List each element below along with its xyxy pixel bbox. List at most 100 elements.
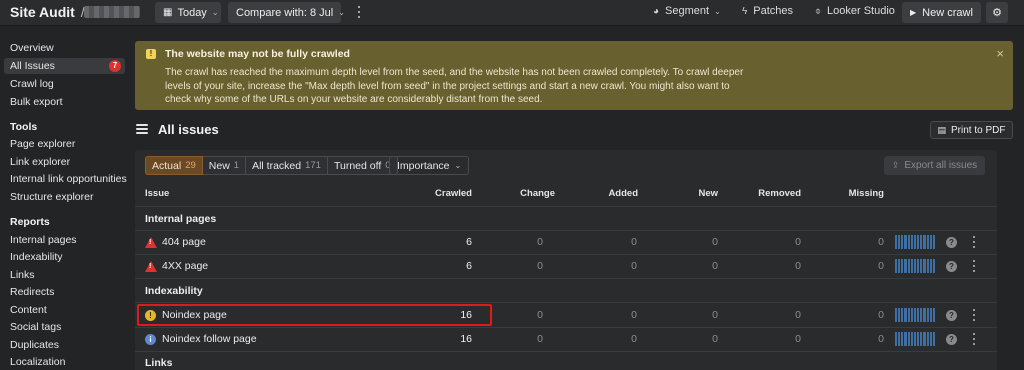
sidebar-item-overview[interactable]: Overview — [10, 42, 54, 54]
print-to-pdf-button[interactable]: ▤ Print to PDF — [930, 121, 1013, 139]
sidebar-item-localization[interactable]: Localization — [10, 356, 65, 368]
removed-value[interactable]: 0 — [761, 236, 801, 248]
tab-actual[interactable]: Actual 29 — [145, 156, 203, 175]
issue-name[interactable]: 404 page — [162, 236, 206, 248]
row-menu-icon[interactable] — [972, 333, 976, 345]
menu-icon[interactable] — [136, 124, 148, 134]
sidebar-item-social-tags[interactable]: Social tags — [10, 321, 61, 333]
column-header-crawled[interactable]: Crawled — [427, 188, 472, 199]
segment-dropdown[interactable]: ◕ Segment ⌄ — [653, 5, 721, 17]
column-header-new[interactable]: New — [673, 188, 718, 199]
added-value[interactable]: 0 — [597, 309, 637, 321]
issue-name[interactable]: Noindex page — [162, 309, 227, 321]
missing-value[interactable]: 0 — [844, 333, 884, 345]
new-value[interactable]: 0 — [678, 309, 718, 321]
issue-filter-tabs: Actual 29 New 1 All tracked 171 Turned o… — [145, 156, 398, 175]
looker-studio-link[interactable]: ⌽ Looker Studio — [815, 5, 895, 17]
removed-value[interactable]: 0 — [761, 333, 801, 345]
sidebar-item-redirects[interactable]: Redirects — [10, 286, 54, 298]
row-menu-icon[interactable] — [972, 236, 976, 248]
issues-count-badge: 7 — [109, 60, 121, 72]
new-value[interactable]: 0 — [678, 260, 718, 272]
crawled-value[interactable]: 6 — [432, 236, 472, 248]
sidebar-item-duplicates[interactable]: Duplicates — [10, 339, 59, 351]
tab-count: 1 — [233, 160, 240, 171]
added-value[interactable]: 0 — [597, 236, 637, 248]
column-header-issue[interactable]: Issue — [145, 188, 169, 199]
sidebar-item-all-issues[interactable]: All Issues 7 — [4, 58, 125, 74]
banner-message: The crawl has reached the maximum depth … — [165, 67, 744, 105]
patches-link[interactable]: ϟ Patches — [742, 5, 793, 17]
removed-value[interactable]: 0 — [761, 260, 801, 272]
close-icon[interactable]: × — [996, 46, 1004, 61]
tab-all-tracked[interactable]: All tracked 171 — [246, 156, 328, 175]
chevron-down-icon: ⌄ — [211, 8, 219, 17]
more-options-icon[interactable] — [356, 4, 362, 20]
issue-name[interactable]: 4XX page — [162, 260, 208, 272]
crawled-value[interactable]: 6 — [432, 260, 472, 272]
crawl-warning-banner: ! The website may not be fully crawled T… — [135, 41, 1013, 110]
column-header-added[interactable]: Added — [593, 188, 638, 199]
divider — [135, 206, 997, 207]
sidebar-item-internal-link-opportunities[interactable]: Internal link opportunities — [10, 173, 127, 185]
group-label-links: Links — [145, 357, 173, 369]
chevron-down-icon: ⌄ — [454, 161, 462, 170]
sidebar-item-internal-pages[interactable]: Internal pages — [10, 234, 77, 246]
tab-label: All tracked — [252, 159, 302, 172]
sidebar-item-link-explorer[interactable]: Link explorer — [10, 156, 70, 168]
info-circle-icon: i — [145, 334, 156, 345]
tab-count: 171 — [305, 160, 321, 171]
divider — [135, 302, 997, 303]
new-value[interactable]: 0 — [678, 333, 718, 345]
blurred-project-name — [84, 6, 140, 18]
site-audit-title: Site Audit / — [10, 4, 85, 20]
date-label: Today — [177, 6, 207, 19]
sidebar-item-bulk-export[interactable]: Bulk export — [10, 96, 63, 108]
missing-value[interactable]: 0 — [844, 236, 884, 248]
sidebar-item-content[interactable]: Content — [10, 304, 47, 316]
row-menu-icon[interactable] — [972, 260, 976, 272]
added-value[interactable]: 0 — [597, 260, 637, 272]
column-header-removed[interactable]: Removed — [756, 188, 801, 199]
new-value[interactable]: 0 — [678, 236, 718, 248]
export-icon: ⇪ — [891, 160, 900, 170]
help-icon[interactable]: ? — [946, 237, 957, 248]
trend-sparkline — [895, 332, 936, 346]
crawled-value[interactable]: 16 — [432, 309, 472, 321]
new-crawl-button[interactable]: ▶ New crawl — [902, 2, 981, 23]
table-row[interactable]: ! 4XX page 6 0 0 0 0 0 ? — [135, 255, 997, 278]
export-label: Export all issues — [904, 160, 978, 171]
sidebar-heading-tools: Tools — [10, 121, 38, 133]
added-value[interactable]: 0 — [597, 333, 637, 345]
importance-dropdown[interactable]: Importance ⌄ — [389, 156, 470, 175]
tab-turned-off[interactable]: Turned off 0 — [327, 156, 398, 175]
row-menu-icon[interactable] — [972, 309, 976, 321]
group-label-indexability: Indexability — [145, 285, 203, 297]
settings-button[interactable]: ⚙ — [986, 2, 1008, 23]
sidebar-item-indexability[interactable]: Indexability — [10, 251, 63, 263]
column-header-missing[interactable]: Missing — [839, 188, 884, 199]
removed-value[interactable]: 0 — [761, 309, 801, 321]
help-icon[interactable]: ? — [946, 334, 957, 345]
sidebar-item-crawl-log[interactable]: Crawl log — [10, 78, 54, 90]
table-row[interactable]: i Noindex follow page 16 0 0 0 0 0 ? — [135, 328, 997, 351]
help-icon[interactable]: ? — [946, 261, 957, 272]
column-header-change[interactable]: Change — [510, 188, 555, 199]
sidebar-item-structure-explorer[interactable]: Structure explorer — [10, 191, 93, 203]
missing-value[interactable]: 0 — [844, 309, 884, 321]
missing-value[interactable]: 0 — [844, 260, 884, 272]
table-row[interactable]: ! 404 page 6 0 0 0 0 0 ? — [135, 231, 997, 254]
crawled-value[interactable]: 16 — [432, 333, 472, 345]
chevron-down-icon: ⌄ — [714, 6, 721, 16]
sidebar-item-links[interactable]: Links — [10, 269, 35, 281]
issue-name[interactable]: Noindex follow page — [162, 333, 257, 345]
table-row[interactable]: ! Noindex page 16 0 0 0 0 0 ? — [135, 304, 997, 327]
tab-new[interactable]: New 1 — [202, 156, 247, 175]
export-all-issues-button[interactable]: ⇪ Export all issues — [884, 156, 985, 175]
sidebar-item-page-explorer[interactable]: Page explorer — [10, 138, 75, 150]
app-title: Site Audit — [10, 4, 75, 20]
help-icon[interactable]: ? — [946, 310, 957, 321]
date-dropdown-button[interactable]: ▦ Today ⌄ — [155, 2, 221, 23]
bolt-icon: ϟ — [742, 5, 748, 17]
compare-dropdown-button[interactable]: Compare with: 8 Jul ⌄ — [228, 2, 345, 23]
